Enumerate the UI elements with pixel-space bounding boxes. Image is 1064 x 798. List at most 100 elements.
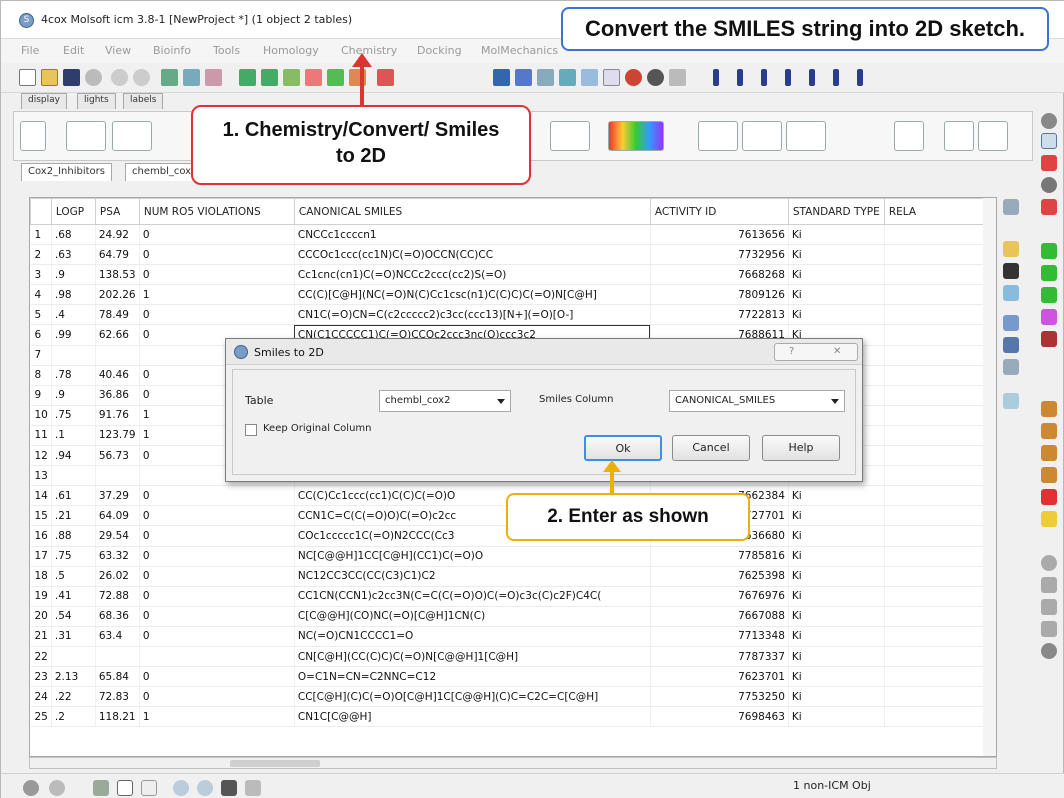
ro5-cell[interactable]: 1 [139, 706, 295, 728]
psa-cell[interactable]: 91.76 [95, 405, 140, 426]
column-header-relation[interactable]: RELA [883, 198, 985, 225]
green-mesh-icon[interactable] [1041, 287, 1057, 303]
bomb-icon[interactable] [647, 69, 664, 86]
standard-type-cell[interactable]: Ki [788, 626, 885, 647]
globe-icon[interactable] [49, 780, 65, 796]
red-icon[interactable] [1041, 489, 1057, 505]
logp-cell[interactable]: .88 [51, 525, 96, 547]
psa-cell[interactable]: 64.79 [95, 244, 140, 266]
menu-file[interactable]: File [21, 44, 39, 57]
filter-icon[interactable] [1003, 199, 1019, 215]
row-index[interactable]: 22 [30, 646, 52, 668]
activity-id-cell[interactable]: 7676976 [650, 586, 789, 607]
row-index[interactable]: 19 [30, 586, 52, 607]
activity-id-cell[interactable]: 7785816 [650, 546, 789, 567]
row-index[interactable]: 11 [30, 425, 52, 447]
chart-icon[interactable] [537, 69, 554, 86]
align4-icon[interactable] [809, 69, 815, 86]
pick-icon[interactable] [1041, 199, 1057, 215]
row-index[interactable]: 3 [30, 264, 52, 286]
grid-view-icon[interactable] [1003, 315, 1019, 331]
standard-type-cell[interactable]: Ki [788, 264, 885, 286]
chain-icon[interactable] [283, 69, 300, 86]
column-header-activity-id[interactable]: ACTIVITY ID [649, 198, 789, 225]
table-select[interactable]: chembl_cox2 [379, 390, 511, 412]
close-icon[interactable]: ✕ [833, 346, 841, 357]
standard-type-cell[interactable]: Ki [788, 646, 885, 668]
lock-icon[interactable] [1041, 511, 1057, 527]
vertical-scrollbar[interactable] [983, 198, 996, 756]
row-index[interactable]: 23 [30, 666, 52, 688]
relation-cell[interactable] [884, 425, 985, 447]
table-row[interactable]: 18.5 26.02 0 NC12CC3CC(CC(C3)C1)C2 7625398 Ki [30, 566, 985, 587]
logp-cell[interactable] [51, 465, 96, 487]
align6-icon[interactable] [857, 69, 863, 86]
horizontal-scrollbar[interactable] [29, 757, 997, 769]
row-index[interactable]: 20 [30, 606, 52, 627]
activity-id-cell[interactable]: 7787337 [650, 646, 789, 668]
psa-cell[interactable] [95, 465, 140, 487]
find-icon[interactable] [161, 69, 178, 86]
menu-tools[interactable]: Tools [213, 44, 240, 57]
relation-cell[interactable] [884, 345, 985, 366]
tool4-icon[interactable] [1041, 621, 1057, 637]
ro5-cell[interactable]: 0 [139, 224, 295, 246]
standard-type-cell[interactable]: Ki [788, 304, 885, 326]
standard-type-cell[interactable]: Ki [788, 586, 885, 607]
activity-id-cell[interactable]: 7667088 [650, 606, 789, 627]
logp-cell[interactable]: .75 [51, 546, 96, 567]
standard-type-cell[interactable]: Ki [788, 546, 885, 567]
smiles-cell[interactable]: NC[C@@H]1CC[C@H](CC1)C(=O)O [294, 546, 651, 567]
search-icon[interactable] [183, 69, 200, 86]
view4-icon[interactable] [173, 780, 189, 796]
smiles-cell[interactable]: O=C1N=CN=C2NNC=C12 [294, 666, 651, 688]
table-row[interactable]: 3.9 138.53 0 Cc1cnc(cn1)C(=O)NCCc2ccc(cc2)S… [30, 264, 985, 286]
logp-cell[interactable]: .2 [51, 706, 96, 728]
row-index[interactable]: 13 [30, 465, 52, 487]
relation-cell[interactable] [884, 324, 985, 346]
row-index[interactable]: 12 [30, 445, 52, 467]
relation-cell[interactable] [884, 284, 985, 306]
color-icon[interactable] [625, 69, 642, 86]
smiles-cell[interactable]: NC(=O)CN1CCCC1=O [294, 626, 651, 647]
help-button[interactable]: Help [762, 435, 840, 461]
down-icon[interactable] [1041, 331, 1057, 347]
smiles-cell[interactable]: C[C@@H](CO)NC(=O)[C@H]1CN(C) [294, 606, 651, 627]
logp-cell[interactable]: .61 [51, 485, 96, 507]
plot-icon[interactable] [603, 69, 620, 86]
standard-type-cell[interactable]: Ki [788, 224, 885, 246]
tool2-icon[interactable] [1041, 577, 1057, 593]
relation-cell[interactable] [884, 485, 985, 507]
smiles-cell[interactable]: CN1C[C@@H] [294, 706, 651, 728]
standard-type-cell[interactable]: Ki [788, 525, 885, 547]
logp-cell[interactable]: .68 [51, 224, 96, 246]
ligand-icon[interactable] [305, 69, 322, 86]
grid-icon[interactable] [515, 69, 532, 86]
activity-id-cell[interactable]: 7668268 [650, 264, 789, 286]
row-index[interactable]: 18 [30, 566, 52, 587]
table-row[interactable]: 4.98 202.26 1 CC(C)[C@H](NC(=O)N(C)Cc1csc(n… [30, 284, 985, 306]
row-index[interactable]: 1 [30, 224, 52, 246]
view5-icon[interactable] [197, 780, 213, 796]
psa-cell[interactable]: 64.09 [95, 505, 140, 527]
logp-cell[interactable]: .63 [51, 244, 96, 266]
help-icon[interactable]: ? [789, 346, 794, 357]
scroll-thumb[interactable] [230, 760, 320, 767]
table-row[interactable]: 17.75 63.32 0 NC[C@@H]1CC[C@H](CC1)C(=O)O 77… [30, 546, 985, 567]
row-index[interactable]: 4 [30, 284, 52, 306]
tools-icon[interactable] [669, 69, 686, 86]
table-row[interactable]: 20.54 68.36 0 C[C@@H](CO)NC(=O)[C@H]1CN(C) 7… [30, 606, 985, 627]
relation-cell[interactable] [884, 385, 985, 406]
smiles-column-select[interactable]: CANONICAL_SMILES [669, 390, 845, 412]
standard-type-cell[interactable]: Ki [788, 284, 885, 306]
stick-style-button[interactable] [112, 121, 152, 151]
columns-icon[interactable] [1003, 359, 1019, 375]
logp-cell[interactable]: .54 [51, 606, 96, 627]
relation-cell[interactable] [884, 445, 985, 467]
column-header-ro5[interactable]: NUM RO5 VIOLATIONS [138, 198, 295, 225]
view6-icon[interactable] [221, 780, 237, 796]
activity-id-cell[interactable]: 7809126 [650, 284, 789, 306]
tab-lights[interactable]: lights [77, 93, 116, 109]
table-row[interactable]: 21.31 63.4 0 NC(=O)CN1CCCC1=O 7713348 Ki [30, 626, 985, 647]
standard-type-cell[interactable]: Ki [788, 244, 885, 266]
